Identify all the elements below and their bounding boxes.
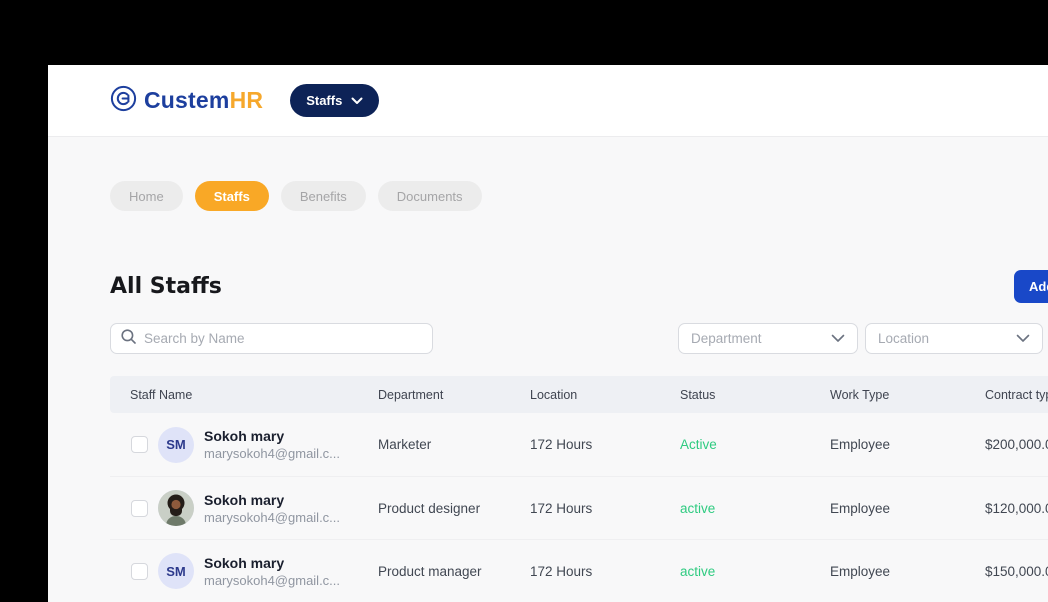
avatar-photo <box>158 490 194 526</box>
department-filter-label: Department <box>691 331 762 346</box>
table-header-row: Staff Name Department Location Status Wo… <box>110 376 1048 413</box>
staff-identity: Sokoh mary marysokoh4@gmail.c... <box>204 428 340 461</box>
status-badge: active <box>670 501 820 516</box>
brand-logo: CustemHR <box>110 85 263 117</box>
column-header-contract-type: Contract type <box>975 388 1048 402</box>
location-cell: 172 Hours <box>520 437 670 452</box>
tab-home[interactable]: Home <box>110 181 183 211</box>
staff-name: Sokoh mary <box>204 492 340 508</box>
table-row[interactable]: SM Sokoh mary marysokoh4@gmail.c... Prod… <box>110 539 1048 602</box>
app-window: CustemHR Staffs Home Staffs Benefits Doc… <box>48 65 1048 602</box>
staff-cell: Sokoh mary marysokoh4@gmail.c... <box>110 490 368 526</box>
staff-cell: SM Sokoh mary marysokoh4@gmail.c... <box>110 553 368 589</box>
chevron-down-icon <box>351 97 363 105</box>
staff-name: Sokoh mary <box>204 428 340 444</box>
avatar-initials: SM <box>158 427 194 463</box>
tab-benefits[interactable]: Benefits <box>281 181 366 211</box>
column-header-status: Status <box>670 388 820 402</box>
search-icon <box>121 329 136 349</box>
chevron-down-icon <box>831 334 845 343</box>
workspace-dropdown-button[interactable]: Staffs <box>290 84 379 117</box>
column-header-location: Location <box>520 388 670 402</box>
avatar-initials: SM <box>158 553 194 589</box>
brand-name-primary: Custem <box>144 87 230 113</box>
department-cell: Marketer <box>368 437 520 452</box>
department-cell: Product manager <box>368 564 520 579</box>
add-staff-button[interactable]: Add <box>1014 270 1048 303</box>
location-cell: 172 Hours <box>520 564 670 579</box>
contract-type-cell: $150,000.00 <box>975 564 1048 579</box>
location-filter-select[interactable]: Location <box>865 323 1043 354</box>
staff-email: marysokoh4@gmail.c... <box>204 510 340 525</box>
work-type-cell: Employee <box>820 437 975 452</box>
location-filter-label: Location <box>878 331 929 346</box>
status-badge: active <box>670 564 820 579</box>
ch-monogram-icon <box>110 85 137 117</box>
row-checkbox[interactable] <box>131 436 148 453</box>
column-header-work-type: Work Type <box>820 388 975 402</box>
column-header-department: Department <box>368 388 520 402</box>
staff-identity: Sokoh mary marysokoh4@gmail.c... <box>204 492 340 525</box>
department-cell: Product designer <box>368 501 520 516</box>
chevron-down-icon <box>1016 334 1030 343</box>
page-title: All Staffs <box>110 274 222 299</box>
top-bar: CustemHR Staffs <box>48 65 1048 137</box>
search-input[interactable] <box>144 331 422 346</box>
staff-table: Staff Name Department Location Status Wo… <box>110 376 1048 602</box>
table-row[interactable]: SM Sokoh mary marysokoh4@gmail.c... Mark… <box>110 413 1048 476</box>
contract-type-cell: $120,000.00 <box>975 501 1048 516</box>
staff-email: marysokoh4@gmail.c... <box>204 573 340 588</box>
row-checkbox[interactable] <box>131 500 148 517</box>
table-row[interactable]: Sokoh mary marysokoh4@gmail.c... Product… <box>110 476 1048 539</box>
brand-name: CustemHR <box>144 87 263 114</box>
tab-documents[interactable]: Documents <box>378 181 482 211</box>
work-type-cell: Employee <box>820 501 975 516</box>
location-cell: 172 Hours <box>520 501 670 516</box>
brand-name-secondary: HR <box>230 87 264 113</box>
nav-tabs: Home Staffs Benefits Documents <box>110 181 482 211</box>
department-filter-select[interactable]: Department <box>678 323 858 354</box>
status-badge: Active <box>670 437 820 452</box>
row-checkbox[interactable] <box>131 563 148 580</box>
tab-staffs[interactable]: Staffs <box>195 181 269 211</box>
workspace-dropdown-label: Staffs <box>306 93 342 108</box>
staff-cell: SM Sokoh mary marysokoh4@gmail.c... <box>110 427 368 463</box>
staff-name: Sokoh mary <box>204 555 340 571</box>
staff-email: marysokoh4@gmail.c... <box>204 446 340 461</box>
staff-identity: Sokoh mary marysokoh4@gmail.c... <box>204 555 340 588</box>
contract-type-cell: $200,000.00 <box>975 437 1048 452</box>
search-box <box>110 323 433 354</box>
work-type-cell: Employee <box>820 564 975 579</box>
column-header-staff-name: Staff Name <box>110 388 368 402</box>
